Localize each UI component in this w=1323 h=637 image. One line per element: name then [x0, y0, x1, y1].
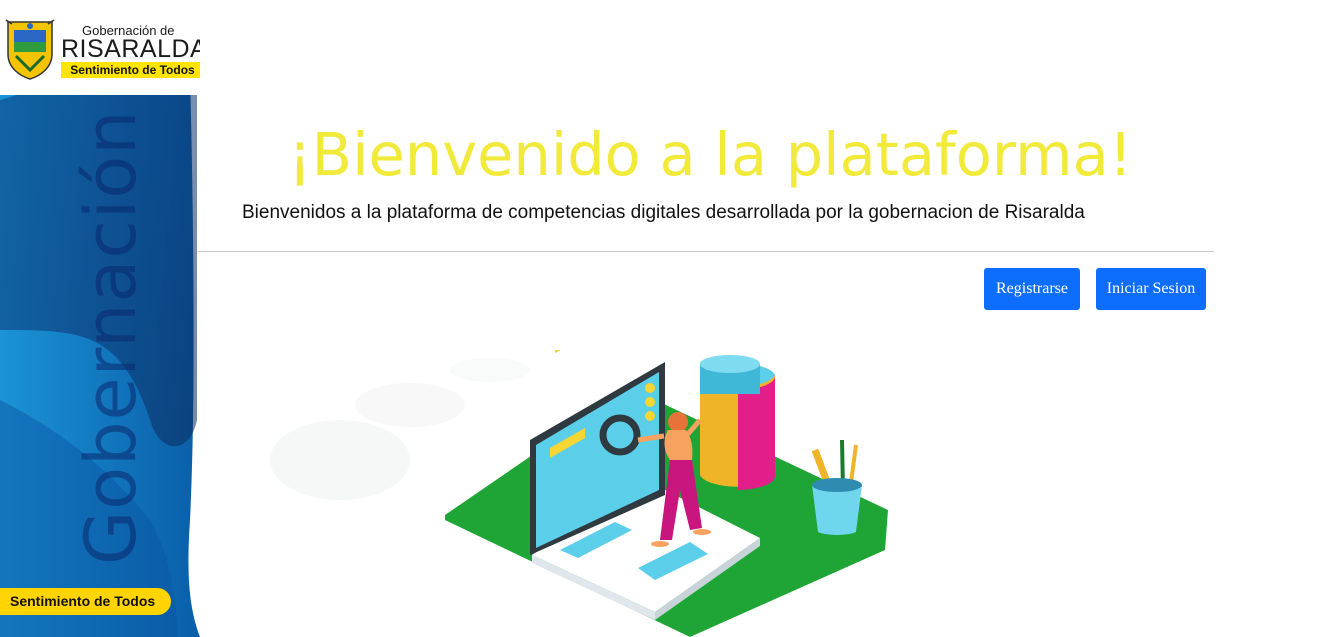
logo-text-line2: RISARALDA — [61, 35, 200, 63]
sidebar-vertical-text: Gobernación — [70, 109, 152, 565]
background-shapes — [270, 358, 530, 500]
logo[interactable]: Gobernación de RISARALDA Sentimiento de … — [4, 18, 200, 82]
page-title: ¡Bienvenido a la plataforma! — [288, 120, 1133, 189]
divider — [198, 251, 1214, 252]
pencil-cup — [811, 439, 862, 535]
register-button[interactable]: Registrarse — [984, 268, 1080, 310]
sidebar: Gobernación Gobernación de RISARALDA Sen… — [0, 0, 200, 637]
page-subtitle: Bienvenidos a la plataforma de competenc… — [242, 202, 1085, 223]
login-button[interactable]: Iniciar Sesion — [1096, 268, 1206, 310]
analytics-illustration — [270, 350, 888, 637]
logo-slogan: Sentimiento de Todos — [61, 62, 200, 78]
slogan-pill: Sentimiento de Todos — [0, 588, 171, 615]
crest-icon — [5, 19, 55, 80]
chart-cylinder — [700, 355, 776, 490]
